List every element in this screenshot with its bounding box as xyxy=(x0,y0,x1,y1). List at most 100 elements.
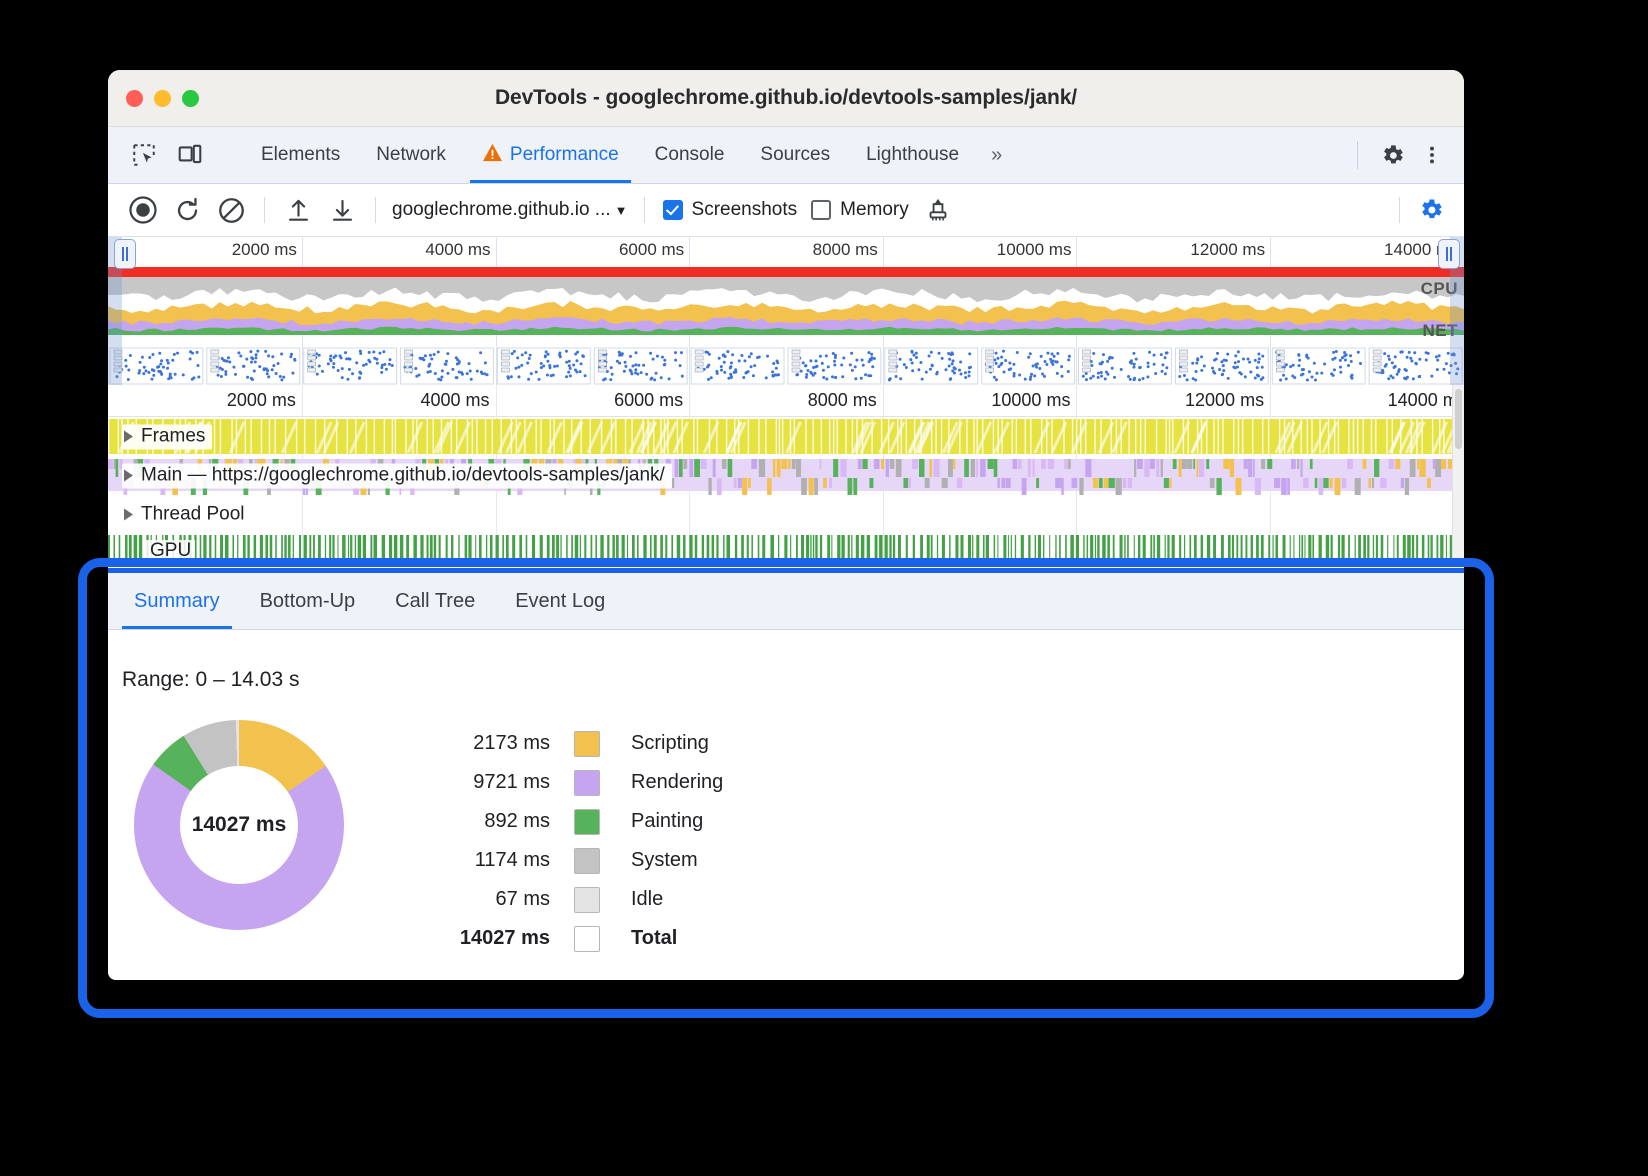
download-profile-icon[interactable] xyxy=(321,189,363,231)
scrollbar-thumb[interactable] xyxy=(1455,389,1462,449)
kebab-menu-icon[interactable] xyxy=(1412,135,1452,175)
tab-elements[interactable]: Elements xyxy=(243,127,358,183)
memory-checkbox-box[interactable] xyxy=(811,200,831,220)
expand-triangle-icon[interactable] xyxy=(124,430,133,442)
tab-network[interactable]: Network xyxy=(358,127,464,183)
reload-and-record-icon[interactable] xyxy=(166,189,208,231)
flamechart-scrollbar[interactable] xyxy=(1452,385,1464,567)
filmstrip-dot xyxy=(1394,355,1397,358)
main-event-bar xyxy=(833,459,838,477)
filmstrip-dot xyxy=(368,351,371,354)
filmstrip-dot xyxy=(1335,350,1338,353)
filmstrip-dot xyxy=(954,367,957,370)
flamechart-pane[interactable]: 2000 ms4000 ms6000 ms8000 ms10000 ms1200… xyxy=(108,385,1464,567)
gpu-event-bar xyxy=(495,535,498,563)
frame-divider xyxy=(941,419,942,454)
filmstrip-dot xyxy=(645,373,648,376)
screenshots-checkbox[interactable]: Screenshots xyxy=(657,199,804,221)
main-event-bar xyxy=(1006,478,1011,488)
gpu-event-bar xyxy=(313,535,315,563)
tab-console[interactable]: Console xyxy=(637,127,743,183)
tab-summary[interactable]: Summary xyxy=(114,573,240,629)
screenshots-checkbox-box[interactable] xyxy=(663,200,683,220)
track-main-title[interactable]: Main — https://googlechrome.github.io/de… xyxy=(122,463,672,488)
memory-label: Memory xyxy=(840,199,909,221)
clear-icon[interactable] xyxy=(210,189,252,231)
legend-row[interactable]: 892 msPainting xyxy=(444,802,723,841)
track-thread-pool[interactable]: Thread Pool xyxy=(108,495,1464,534)
tab-sources[interactable]: Sources xyxy=(742,127,848,183)
window-titlebar: DevTools - googlechrome.github.io/devtoo… xyxy=(108,70,1464,127)
upload-profile-icon[interactable] xyxy=(277,189,319,231)
gpu-bars xyxy=(108,534,1464,567)
filmstrip-dot xyxy=(527,378,530,381)
recording-target-select[interactable]: googlechrome.github.io ... ▼ xyxy=(388,199,632,221)
filmstrip-dot xyxy=(1307,357,1310,360)
gpu-event-bar xyxy=(616,535,619,563)
tab-event-log[interactable]: Event Log xyxy=(495,573,625,629)
legend-row-total[interactable]: 14027 msTotal xyxy=(444,919,723,958)
filmstrip-dot xyxy=(1036,362,1039,365)
overview-right-handle[interactable] xyxy=(1438,239,1460,269)
activity-donut-chart[interactable]: 14027 ms xyxy=(134,720,344,930)
filmstrip-dot xyxy=(609,378,612,381)
main-event-bar xyxy=(942,478,948,488)
main-event-bar xyxy=(1395,459,1400,469)
frame-divider xyxy=(1128,419,1129,454)
tab-bottom-up[interactable]: Bottom-Up xyxy=(240,573,376,629)
overview-left-handle[interactable] xyxy=(114,239,136,269)
tab-call-tree[interactable]: Call Tree xyxy=(375,573,495,629)
gpu-event-bar xyxy=(632,535,635,563)
frame-divider xyxy=(1076,419,1077,454)
record-icon[interactable] xyxy=(122,189,164,231)
tab-sources-label: Sources xyxy=(760,144,830,166)
frame-divider xyxy=(315,419,316,454)
filmstrip-dot xyxy=(1247,357,1250,360)
gpu-event-bar xyxy=(1436,535,1438,563)
legend-row[interactable]: 67 msIdle xyxy=(444,880,723,919)
track-thread-pool-title[interactable]: Thread Pool xyxy=(122,502,252,527)
collect-garbage-icon[interactable] xyxy=(917,189,959,231)
gpu-event-bar xyxy=(600,535,603,563)
filmstrip-dot xyxy=(706,366,709,369)
filmstrip-dot xyxy=(1161,370,1164,373)
expand-triangle-icon[interactable] xyxy=(124,469,133,481)
expand-triangle-icon[interactable] xyxy=(124,508,133,520)
inspect-element-icon[interactable] xyxy=(124,135,164,175)
legend-row[interactable]: 2173 msScripting xyxy=(444,724,723,763)
legend-row[interactable]: 9721 msRendering xyxy=(444,763,723,802)
capture-settings-gear-icon[interactable] xyxy=(1410,189,1452,231)
filmstrip-dot xyxy=(1238,371,1241,374)
track-gpu[interactable]: GPU xyxy=(108,534,1464,567)
filmstrip-dot xyxy=(849,363,852,366)
filmstrip-dot xyxy=(722,354,725,357)
legend-row[interactable]: 1174 msSystem xyxy=(444,841,723,880)
main-event-bar xyxy=(728,459,733,477)
track-frames[interactable]: Frames xyxy=(108,417,1464,456)
gpu-event-bar xyxy=(1304,535,1305,563)
filmstrip-dot xyxy=(1067,358,1070,361)
main-event-bar xyxy=(1173,459,1177,469)
tab-performance[interactable]: Performance xyxy=(464,127,637,183)
filmstrip-dot xyxy=(1399,351,1402,354)
filmstrip-dot xyxy=(1027,356,1030,359)
memory-checkbox[interactable]: Memory xyxy=(805,199,915,221)
gear-icon[interactable] xyxy=(1372,135,1412,175)
gpu-event-bar xyxy=(1008,535,1009,563)
filmstrip-dot xyxy=(515,367,518,370)
filmstrip-dot xyxy=(267,375,270,378)
main-event-bar xyxy=(1186,459,1192,469)
filmstrip-dot xyxy=(1254,377,1257,380)
filmstrip-dot xyxy=(224,373,227,376)
filmstrip-dot xyxy=(812,374,815,377)
main-event-bar xyxy=(748,478,751,488)
filmstrip-dot xyxy=(348,368,351,371)
more-tabs-icon[interactable]: » xyxy=(977,127,1016,183)
track-main[interactable]: Main — https://googlechrome.github.io/de… xyxy=(108,456,1464,495)
timeline-overview[interactable]: 2000 ms4000 ms6000 ms8000 ms10000 ms1200… xyxy=(108,237,1464,385)
track-frames-title[interactable]: Frames xyxy=(122,424,212,449)
filmstrip-dot xyxy=(1013,374,1016,377)
device-toolbar-icon[interactable] xyxy=(170,135,210,175)
filmstrip-dot xyxy=(271,355,274,358)
tab-lighthouse[interactable]: Lighthouse xyxy=(848,127,977,183)
